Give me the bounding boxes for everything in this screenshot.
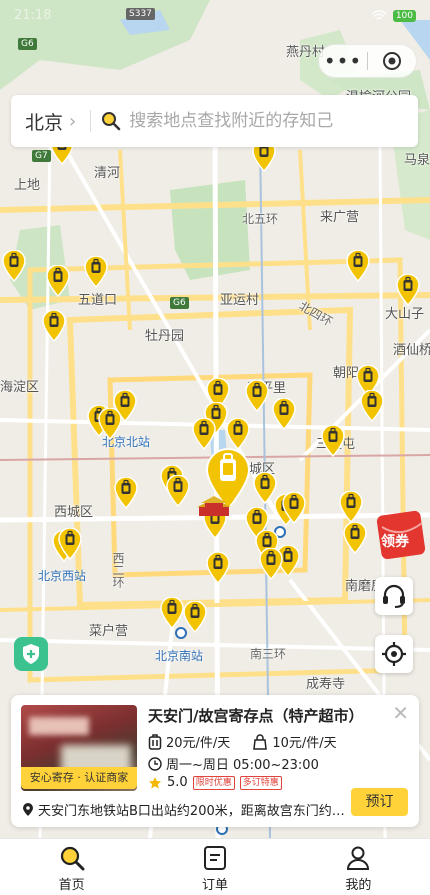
storage-point-pin[interactable] <box>192 418 216 450</box>
tab-label: 订单 <box>201 878 228 893</box>
storage-point-pin[interactable] <box>98 408 122 440</box>
coupon-label: 领券 <box>381 534 409 550</box>
bag-icon <box>253 733 268 750</box>
map-label: 牡丹园 <box>145 329 185 344</box>
map-label: 酒仙桥 <box>393 343 430 358</box>
tab-orders[interactable]: 订单 <box>143 839 286 895</box>
tab-label: 我的 <box>345 878 372 893</box>
location-target-icon <box>382 642 406 666</box>
tiananmen-landmark-icon <box>197 495 231 517</box>
map-label: 马泉 <box>404 153 430 168</box>
road-badge: G6 <box>18 38 37 50</box>
price-bag: 10元/件/天 <box>272 736 337 751</box>
map-label: 北五环 <box>242 212 279 226</box>
star-icon <box>149 776 161 788</box>
chevron-right-icon: › <box>69 110 77 132</box>
suitcase-icon <box>148 733 162 750</box>
map-label: 菜户营 <box>89 624 129 639</box>
map-label: 清河 <box>94 166 121 181</box>
storage-point-pin[interactable] <box>321 425 345 457</box>
map-label: 来广营 <box>320 210 360 225</box>
search-bar: 北京 › <box>11 95 418 147</box>
tab-label: 首页 <box>58 878 85 893</box>
storage-point-pin[interactable] <box>114 477 138 509</box>
store-address: 天安门东地铁站B口出站约200米，距离故宫东门约… <box>38 804 345 819</box>
headset-icon <box>383 584 405 608</box>
road-badge: S337 <box>126 8 155 20</box>
status-time: 21:18 <box>14 8 52 23</box>
storage-point-pin[interactable] <box>183 601 207 633</box>
tab-profile[interactable]: 我的 <box>287 839 430 895</box>
locate-me-button[interactable] <box>375 635 413 673</box>
store-title: 天安门/故宫寄存点（特产超市） <box>148 707 364 725</box>
order-list-icon <box>203 846 226 870</box>
opening-hours: 周一~周日 05:00~23:00 <box>166 758 319 773</box>
wifi-icon <box>371 10 387 20</box>
store-card[interactable]: 安心寄存 · 认证商家 天安门/故宫寄存点（特产超市） ✕ 20元/件/天 10… <box>11 695 419 827</box>
storage-point-pin[interactable] <box>42 310 66 342</box>
map-label: 北京西站 <box>38 569 87 583</box>
tab-bar: 首页 订单 我的 <box>0 838 430 895</box>
location-pin-icon <box>23 802 33 816</box>
tab-home[interactable]: 首页 <box>0 839 143 895</box>
map-label: 西城区 <box>54 505 94 520</box>
battery-indicator: 100 <box>392 10 416 22</box>
rating-value: 5.0 <box>167 775 188 790</box>
road-badge: G7 <box>32 150 51 162</box>
map-label: 成寿寺 <box>306 677 346 692</box>
storage-point-pin[interactable] <box>343 522 367 554</box>
price-luggage: 20元/件/天 <box>166 736 231 751</box>
storage-point-pin[interactable] <box>166 475 190 507</box>
storage-point-pin[interactable] <box>226 418 250 450</box>
status-bar: 21:18 100 <box>0 0 430 30</box>
customer-service-button[interactable] <box>375 577 413 615</box>
storage-point-pin[interactable] <box>346 250 370 282</box>
user-icon <box>347 846 370 870</box>
storage-point-pin[interactable] <box>259 548 283 580</box>
shield-plus-icon <box>23 644 39 664</box>
map-label: 西二环 <box>111 552 125 588</box>
search-icon <box>60 846 85 871</box>
storage-point-pin[interactable] <box>58 528 82 560</box>
storage-point-pin[interactable] <box>272 398 296 430</box>
storage-point-pin[interactable] <box>282 492 306 524</box>
promo-tag: 限时优惠 <box>192 775 235 790</box>
storage-point-pin[interactable] <box>2 250 26 282</box>
map-label: 上地 <box>14 178 41 193</box>
search-icon <box>102 112 121 131</box>
storage-point-pin[interactable] <box>206 552 230 584</box>
city-selector[interactable]: 北京 › <box>11 108 76 135</box>
book-button[interactable]: 预订 <box>351 788 408 816</box>
mini-program-capsule: ••• <box>318 44 417 78</box>
city-label: 北京 <box>25 111 64 134</box>
map-label: 南三环 <box>250 647 287 661</box>
close-icon[interactable]: ✕ <box>392 703 409 723</box>
coupon-button[interactable]: 领券 <box>376 509 426 560</box>
road-badge: G6 <box>170 297 189 309</box>
target-close-icon[interactable] <box>368 51 416 71</box>
promo-tag: 多订特惠 <box>239 775 282 790</box>
map-label: 亚运村 <box>220 293 260 308</box>
storage-point-pin[interactable] <box>360 390 384 422</box>
insurance-shield-button[interactable] <box>14 637 48 671</box>
storage-point-pin[interactable] <box>245 380 269 412</box>
map-label: 海淀区 <box>0 380 40 395</box>
storage-point-pin[interactable] <box>160 597 184 629</box>
storage-point-pin[interactable] <box>84 256 108 288</box>
more-dots-icon[interactable]: ••• <box>319 51 367 71</box>
clock-icon <box>148 756 162 771</box>
storage-point-pin[interactable] <box>46 265 70 297</box>
storage-point-pin[interactable] <box>396 274 420 306</box>
map-label: 北京南站 <box>155 649 204 663</box>
map-label: 五道口 <box>78 293 118 308</box>
search-input[interactable] <box>129 111 418 131</box>
certified-tag: 安心寄存 · 认证商家 <box>21 767 137 789</box>
storage-point-pin[interactable] <box>339 491 363 523</box>
